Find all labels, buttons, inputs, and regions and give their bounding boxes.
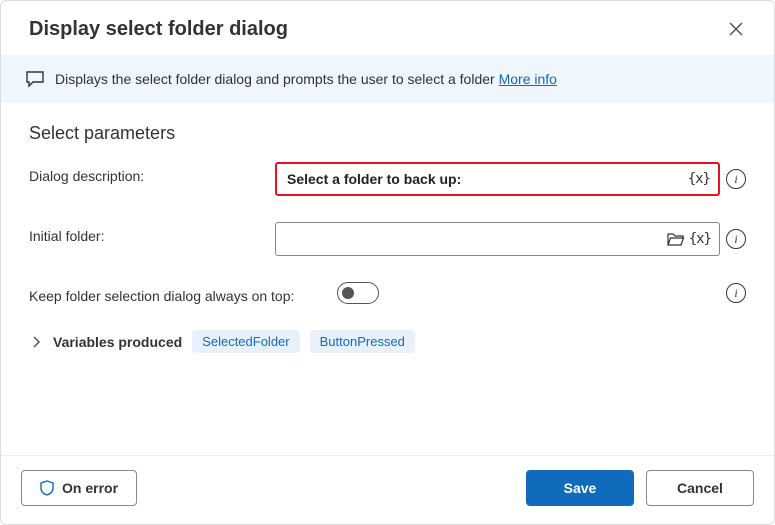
toggle-always-on-top[interactable]	[337, 282, 379, 304]
save-button[interactable]: Save	[526, 470, 634, 506]
info-icon[interactable]: i	[726, 283, 746, 303]
input-value: Select a folder to back up:	[287, 171, 686, 187]
more-info-link[interactable]: More info	[499, 71, 557, 87]
input-initial-folder[interactable]: {x}	[275, 222, 720, 256]
label-dialog-description: Dialog description:	[29, 162, 267, 184]
input-dialog-description[interactable]: Select a folder to back up: {x}	[275, 162, 720, 196]
save-label: Save	[564, 480, 597, 496]
variable-chip[interactable]: SelectedFolder	[192, 330, 299, 353]
variable-picker-icon[interactable]: {x}	[687, 231, 713, 247]
dialog-title: Display select folder dialog	[29, 18, 288, 41]
info-text-content: Displays the select folder dialog and pr…	[55, 71, 495, 87]
cancel-label: Cancel	[677, 480, 723, 496]
cancel-button[interactable]: Cancel	[646, 470, 754, 506]
info-icon[interactable]: i	[726, 169, 746, 189]
dialog-footer: On error Save Cancel	[1, 455, 774, 524]
comment-icon	[25, 69, 45, 89]
variable-picker-icon[interactable]: {x}	[686, 171, 712, 187]
field-always-on-top: Keep folder selection dialog always on t…	[29, 282, 746, 304]
field-dialog-description: Dialog description: Select a folder to b…	[29, 162, 746, 196]
dialog-header: Display select folder dialog	[1, 1, 774, 55]
close-icon	[729, 22, 743, 36]
close-button[interactable]	[722, 15, 750, 43]
dialog: Display select folder dialog Displays th…	[0, 0, 775, 525]
field-initial-folder: Initial folder: {x} i	[29, 222, 746, 256]
on-error-label: On error	[62, 480, 118, 496]
variables-label: Variables produced	[53, 334, 182, 350]
variables-produced: Variables produced SelectedFolder Button…	[29, 330, 746, 353]
on-error-button[interactable]: On error	[21, 470, 137, 506]
dialog-body: Select parameters Dialog description: Se…	[1, 103, 774, 455]
toggle-thumb	[342, 287, 354, 299]
expand-chevron[interactable]	[29, 336, 43, 348]
folder-open-icon[interactable]	[665, 228, 687, 250]
info-icon[interactable]: i	[726, 229, 746, 249]
label-initial-folder: Initial folder:	[29, 222, 267, 244]
variable-chip[interactable]: ButtonPressed	[310, 330, 415, 353]
chevron-right-icon	[32, 336, 40, 348]
info-text: Displays the select folder dialog and pr…	[55, 71, 557, 87]
info-bar: Displays the select folder dialog and pr…	[1, 55, 774, 103]
section-title: Select parameters	[29, 123, 746, 144]
label-always-on-top: Keep folder selection dialog always on t…	[29, 282, 329, 304]
shield-icon	[40, 480, 54, 496]
